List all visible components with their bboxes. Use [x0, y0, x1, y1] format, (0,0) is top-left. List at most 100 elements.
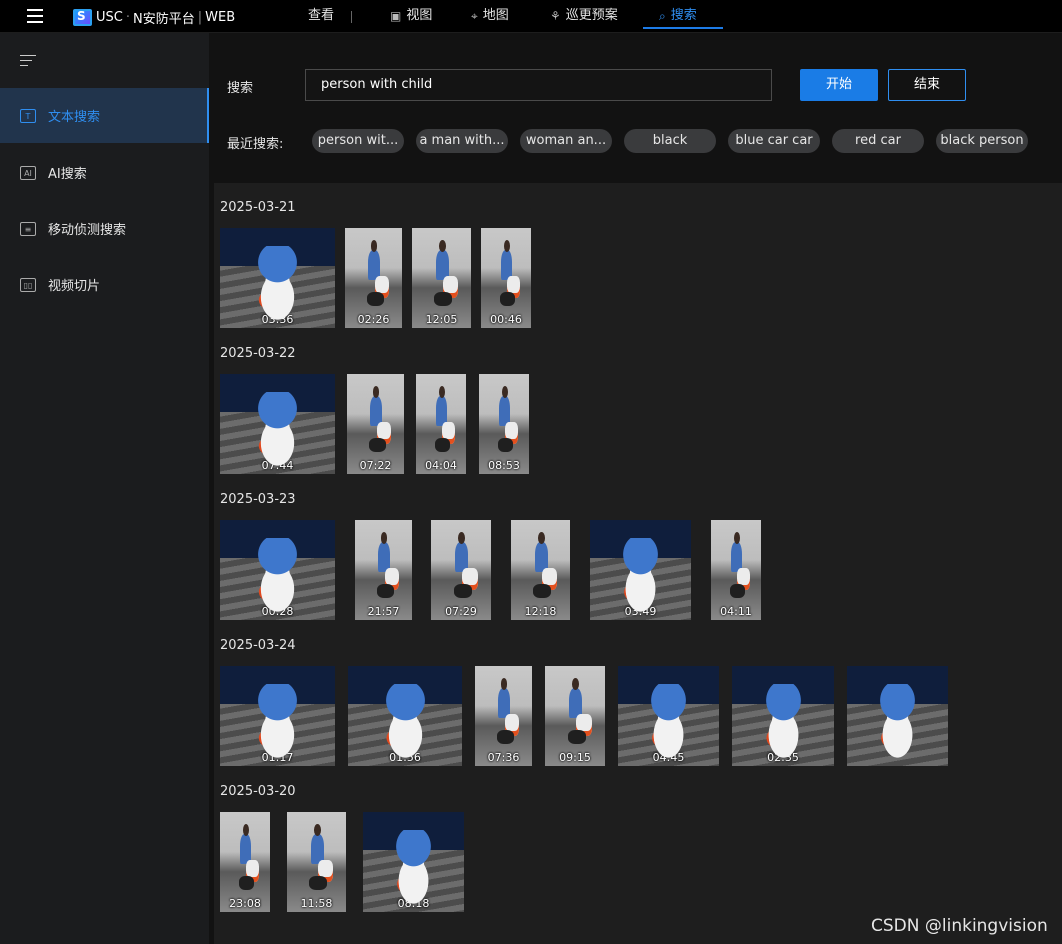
start-button[interactable]: 开始 [800, 69, 878, 101]
nav-view-live[interactable]: 查看 [308, 0, 334, 32]
nav-divider [351, 11, 352, 23]
recent-search-chip[interactable]: blue car car [728, 129, 820, 153]
sidebar-item-video-clip[interactable]: ▯▯ 视频切片 [0, 257, 209, 312]
result-thumbnail[interactable]: 02:26 [345, 228, 402, 328]
text-search-icon: T [20, 108, 36, 123]
result-thumbnail[interactable]: 02:35 [732, 666, 834, 766]
motion-search-icon: ≡ [20, 221, 36, 236]
patrol-icon: ⚘ [550, 9, 561, 23]
brand-dot: · [125, 10, 130, 25]
result-thumbnail[interactable]: 21:57 [355, 520, 412, 620]
thumbnail-time: 00:46 [490, 313, 522, 326]
ai-search-icon: AI [20, 165, 36, 180]
sidebar-item-label: AI搜索 [48, 167, 87, 182]
thumbnail-time: 07:22 [359, 459, 392, 472]
result-date: 2025-03-20 [220, 784, 296, 799]
result-thumbnail[interactable]: 07:44 [220, 374, 335, 474]
logo-icon [73, 9, 92, 26]
end-button[interactable]: 结束 [888, 69, 966, 101]
thumbnail-time: 01:56 [389, 751, 421, 764]
recent-search-chip[interactable]: a man with... [416, 129, 508, 153]
result-date: 2025-03-23 [220, 492, 296, 507]
menu-icon[interactable] [27, 9, 43, 23]
result-thumbnail[interactable]: 07:29 [431, 520, 491, 620]
video-clip-icon: ▯▯ [20, 277, 36, 292]
nav-views[interactable]: ▣ 视图 [390, 0, 432, 32]
result-thumbnail[interactable]: 03:49 [590, 520, 691, 620]
nav-map[interactable]: ⌖ 地图 [471, 0, 509, 32]
thumbnail-time: 08:53 [488, 459, 520, 472]
nav-label: 地图 [482, 8, 509, 23]
collapse-sidebar-icon[interactable] [20, 55, 36, 70]
nav-label: 视图 [406, 8, 433, 23]
sidebar-item-motion-search[interactable]: ≡ 移动侦测搜索 [0, 201, 209, 256]
nav-patrol[interactable]: ⚘ 巡更预案 [550, 0, 618, 32]
result-thumbnail[interactable]: 01:17 [220, 666, 335, 766]
result-thumbnail[interactable]: 03:36 [220, 228, 335, 328]
thumbnail-time: 09:15 [559, 751, 591, 764]
map-pin-icon: ⌖ [471, 9, 478, 23]
result-date: 2025-03-24 [220, 638, 296, 653]
image-icon: ▣ [390, 9, 402, 23]
sidebar-item-ai-search[interactable]: AI AI搜索 [0, 145, 209, 200]
thumbnail-time: 07:36 [487, 751, 520, 764]
sidebar: T 文本搜索 AI AI搜索 ≡ 移动侦测搜索 ▯▯ 视频切片 [0, 33, 209, 944]
result-thumbnail[interactable]: 08:53 [479, 374, 529, 474]
search-input[interactable]: person with child [305, 69, 772, 101]
thumbnail-time: 00:28 [261, 605, 294, 618]
result-thumbnail[interactable]: 23:08 [220, 812, 270, 912]
thumbnail-time: 21:57 [367, 605, 400, 618]
brand-name: N安防平台 [133, 12, 195, 27]
result-thumbnail[interactable]: 01:56 [348, 666, 462, 766]
recent-search-chip[interactable]: black [624, 129, 716, 153]
result-thumbnail[interactable]: 04:11 [711, 520, 761, 620]
result-thumbnail[interactable]: 11:58 [287, 812, 346, 912]
thumbnail-time: 04:04 [425, 459, 457, 472]
recent-search-chip[interactable]: red car [832, 129, 924, 153]
thumbnail-time: 12:18 [524, 605, 557, 618]
thumbnail-time: 02:35 [767, 751, 799, 764]
result-date: 2025-03-21 [220, 200, 296, 215]
brand-web: WEB [205, 10, 236, 25]
thumbnail-time: 02:26 [357, 313, 390, 326]
thumbnail-time: 07:44 [261, 459, 294, 472]
result-thumbnail[interactable]: 00:28 [220, 520, 335, 620]
watermark: CSDN @linkingvision [871, 916, 1048, 936]
nav-label: 查看 [308, 8, 335, 23]
thumbnail-time: 23:08 [229, 897, 261, 910]
result-thumbnail[interactable]: 07:22 [347, 374, 404, 474]
brand-logo: USC · N安防平台 | WEB [73, 8, 235, 27]
result-thumbnail[interactable]: 09:15 [545, 666, 605, 766]
brand-divider: | [197, 10, 203, 25]
recent-search-chip[interactable]: black person [936, 129, 1028, 153]
sidebar-item-text-search[interactable]: T 文本搜索 [0, 88, 209, 143]
thumbnail-time: 11:58 [300, 897, 333, 910]
result-date: 2025-03-22 [220, 346, 296, 361]
result-thumbnail[interactable]: 04:45 [618, 666, 719, 766]
top-bar: USC · N安防平台 | WEB 查看 ▣ 视图 ⌖ 地图 ⚘ 巡更预案 ⌕ … [0, 0, 1062, 33]
sidebar-item-label: 文本搜索 [48, 110, 101, 125]
result-thumbnail[interactable]: 12:18 [511, 520, 570, 620]
search-label: 搜索 [227, 81, 254, 96]
thumbnail-time: 01:17 [261, 751, 294, 764]
sidebar-item-label: 移动侦测搜索 [48, 223, 127, 238]
thumbnail-time: 03:49 [624, 605, 657, 618]
result-thumbnail[interactable]: 07:36 [475, 666, 532, 766]
result-thumbnail[interactable] [847, 666, 948, 766]
result-thumbnail[interactable]: 00:46 [481, 228, 531, 328]
thumbnail-time: 03:36 [261, 313, 294, 326]
recent-search-chip[interactable]: woman an... [520, 129, 612, 153]
thumbnail-time: 12:05 [425, 313, 458, 326]
result-thumbnail[interactable]: 08:18 [363, 812, 464, 912]
thumbnail-time: 07:29 [445, 605, 477, 618]
sidebar-item-label: 视频切片 [48, 279, 101, 294]
thumbnail-time: 04:45 [652, 751, 685, 764]
thumbnail-time: 08:18 [397, 897, 430, 910]
recent-search-chip[interactable]: person wit... [312, 129, 404, 153]
recent-search-label: 最近搜索: [227, 137, 284, 152]
result-thumbnail[interactable]: 04:04 [416, 374, 466, 474]
nav-active-indicator [643, 27, 723, 29]
brand-usc: USC [96, 10, 123, 25]
result-thumbnail[interactable]: 12:05 [412, 228, 471, 328]
thumbnail-time: 04:11 [720, 605, 752, 618]
